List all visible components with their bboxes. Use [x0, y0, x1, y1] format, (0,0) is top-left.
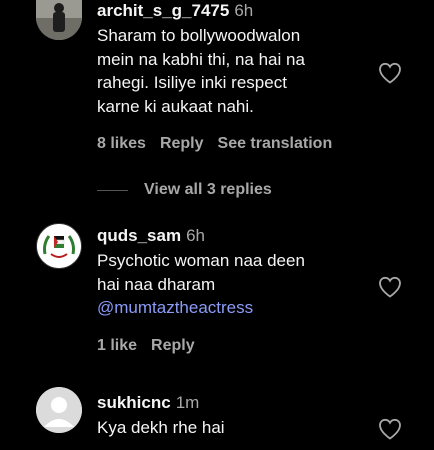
heart-icon[interactable]	[378, 62, 402, 84]
timestamp: 6h	[234, 1, 254, 20]
comment-text-line: Psychotic woman naa deen	[97, 251, 305, 270]
username[interactable]: quds_sam	[97, 226, 181, 245]
heart-icon[interactable]	[378, 276, 402, 298]
divider	[97, 189, 128, 191]
comment-body: quds_sam 6h Psychotic woman naa deen hai …	[97, 225, 377, 320]
avatar[interactable]	[36, 223, 82, 269]
view-replies-button[interactable]: View all 3 replies	[97, 179, 272, 201]
reply-button[interactable]: Reply	[151, 337, 195, 354]
timestamp: 6h	[186, 226, 206, 245]
comment-text-line: hai naa dharam	[97, 274, 216, 294]
comment-body: sukhicnc 1m Kya dekh rhe hai	[97, 392, 377, 440]
comment-text-line: rahegi. Isiliye inki respect	[97, 73, 287, 92]
mention-link[interactable]: @mumtaztheactress	[97, 296, 377, 320]
likes-count[interactable]: 8 likes	[97, 135, 146, 152]
avatar[interactable]	[36, 0, 82, 40]
comment-actions: 1 like Reply	[97, 337, 209, 355]
view-replies-label: View all 3 replies	[144, 181, 272, 198]
username[interactable]: sukhicnc	[97, 393, 171, 412]
timestamp: 1m	[175, 393, 200, 412]
likes-count[interactable]: 1 like	[97, 337, 137, 354]
comment-header: sukhicnc 1m	[97, 392, 377, 414]
comment-actions: 8 likes Reply See translation	[97, 135, 346, 153]
comment-body: archit_s_g_7475 6h Sharam to bollywoodwal…	[97, 0, 377, 118]
see-translation-button[interactable]: See translation	[218, 135, 333, 152]
comment-text-line: mein na kabhi thi, na hai na	[97, 49, 305, 69]
comment-text-line: karne ki aukaat nahi.	[97, 96, 254, 116]
username[interactable]: archit_s_g_7475	[97, 1, 229, 20]
comment-text: Psychotic woman naa deen hai naa dharam …	[97, 249, 377, 320]
comment-text-line: Kya dekh rhe hai	[97, 418, 225, 437]
comment-header: archit_s_g_7475 6h	[97, 0, 377, 22]
avatar[interactable]	[36, 387, 82, 433]
reply-button[interactable]: Reply	[160, 135, 204, 152]
comment-text: Kya dekh rhe hai	[97, 416, 377, 440]
comment-text: Sharam to bollywoodwalon mein na kabhi t…	[97, 24, 377, 118]
comment-header: quds_sam 6h	[97, 225, 377, 247]
heart-icon[interactable]	[378, 418, 402, 440]
comment-text-line: Sharam to bollywoodwalon	[97, 26, 301, 45]
